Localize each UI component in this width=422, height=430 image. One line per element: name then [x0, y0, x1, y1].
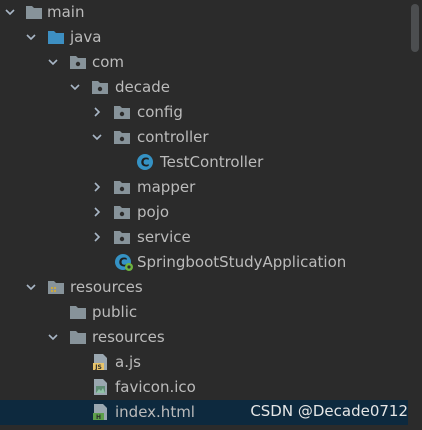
- tree-node-label: resources: [92, 328, 165, 346]
- html-file-icon: H: [93, 404, 107, 421]
- chevron-down-icon[interactable]: [4, 6, 16, 18]
- tree-node-label: main: [47, 3, 85, 21]
- svg-text:H: H: [96, 414, 101, 421]
- java-class-icon: C: [137, 154, 153, 170]
- package-icon: [92, 81, 108, 94]
- folder-icon: [26, 6, 42, 19]
- tree-node-pojo[interactable]: pojo: [0, 200, 408, 225]
- tree-node-label: a.js: [115, 353, 141, 371]
- package-icon: [114, 206, 130, 219]
- tree-node-label: controller: [137, 128, 209, 146]
- package-icon: [114, 106, 130, 119]
- tree-node-java[interactable]: java: [0, 25, 408, 50]
- tree-node-label: pojo: [137, 203, 170, 221]
- tree-node-label: com: [92, 53, 125, 71]
- tree-node-label: TestController: [160, 153, 264, 171]
- tree-node-mapper[interactable]: mapper: [0, 175, 408, 200]
- chevron-right-icon[interactable]: [91, 231, 103, 243]
- tree-node-controller[interactable]: controller: [0, 125, 408, 150]
- tree-node-label: public: [92, 303, 138, 321]
- tree-node-springbootstudyapplication[interactable]: C SpringbootStudyApplication: [0, 250, 408, 275]
- chevron-right-icon[interactable]: [91, 106, 103, 118]
- chevron-down-icon[interactable]: [25, 281, 37, 293]
- package-icon: [114, 131, 130, 144]
- tree-node-config[interactable]: config: [0, 100, 408, 125]
- chevron-right-icon[interactable]: [91, 206, 103, 218]
- chevron-down-icon[interactable]: [47, 56, 59, 68]
- tree-node-public[interactable]: public: [0, 300, 408, 325]
- chevron-down-icon[interactable]: [69, 81, 81, 93]
- chevron-down-icon[interactable]: [47, 331, 59, 343]
- tree-node-label: favicon.ico: [115, 378, 196, 396]
- tree-node-a-js[interactable]: JS a.js: [0, 350, 408, 375]
- chevron-down-icon[interactable]: [25, 31, 37, 43]
- spring-boot-class-icon: C: [115, 254, 133, 271]
- tree-node-label: resources: [70, 278, 143, 296]
- tree-node-label: SpringbootStudyApplication: [137, 253, 347, 271]
- folder-icon: [70, 331, 86, 344]
- image-file-icon: [94, 379, 107, 395]
- tree-node-testcontroller[interactable]: C TestController: [0, 150, 408, 175]
- tree-node-label: mapper: [137, 178, 196, 196]
- tree-node-com[interactable]: com: [0, 50, 408, 75]
- svg-text:JS: JS: [94, 364, 102, 371]
- resources-folder-icon: [48, 281, 64, 294]
- chevron-down-icon[interactable]: [91, 131, 103, 143]
- javascript-file-icon: JS: [93, 354, 107, 371]
- tree-node-label: java: [70, 28, 102, 46]
- tree-node-label: index.html: [115, 403, 195, 421]
- folder-icon: [70, 306, 86, 319]
- package-icon: [114, 231, 130, 244]
- tree-node-favicon-ico[interactable]: favicon.ico: [0, 375, 408, 400]
- svg-text:C: C: [141, 156, 150, 170]
- package-icon: [70, 56, 86, 69]
- tree-node-main[interactable]: main: [0, 0, 408, 25]
- tree-node-label: service: [137, 228, 191, 246]
- watermark-text: CSDN @Decade0712: [250, 402, 408, 420]
- tree-node-service[interactable]: service: [0, 225, 408, 250]
- project-tree: main java com decade config controller C…: [0, 0, 422, 430]
- tree-node-label: config: [137, 103, 183, 121]
- tree-node-resources-root[interactable]: resources: [0, 275, 408, 300]
- vertical-scrollbar[interactable]: [408, 0, 422, 430]
- tree-node-decade[interactable]: decade: [0, 75, 408, 100]
- scrollbar-thumb[interactable]: [411, 4, 419, 52]
- tree-node-label: decade: [115, 78, 170, 96]
- tree-node-resources[interactable]: resources: [0, 325, 408, 350]
- source-folder-icon: [48, 31, 64, 44]
- chevron-right-icon[interactable]: [91, 181, 103, 193]
- package-icon: [114, 181, 130, 194]
